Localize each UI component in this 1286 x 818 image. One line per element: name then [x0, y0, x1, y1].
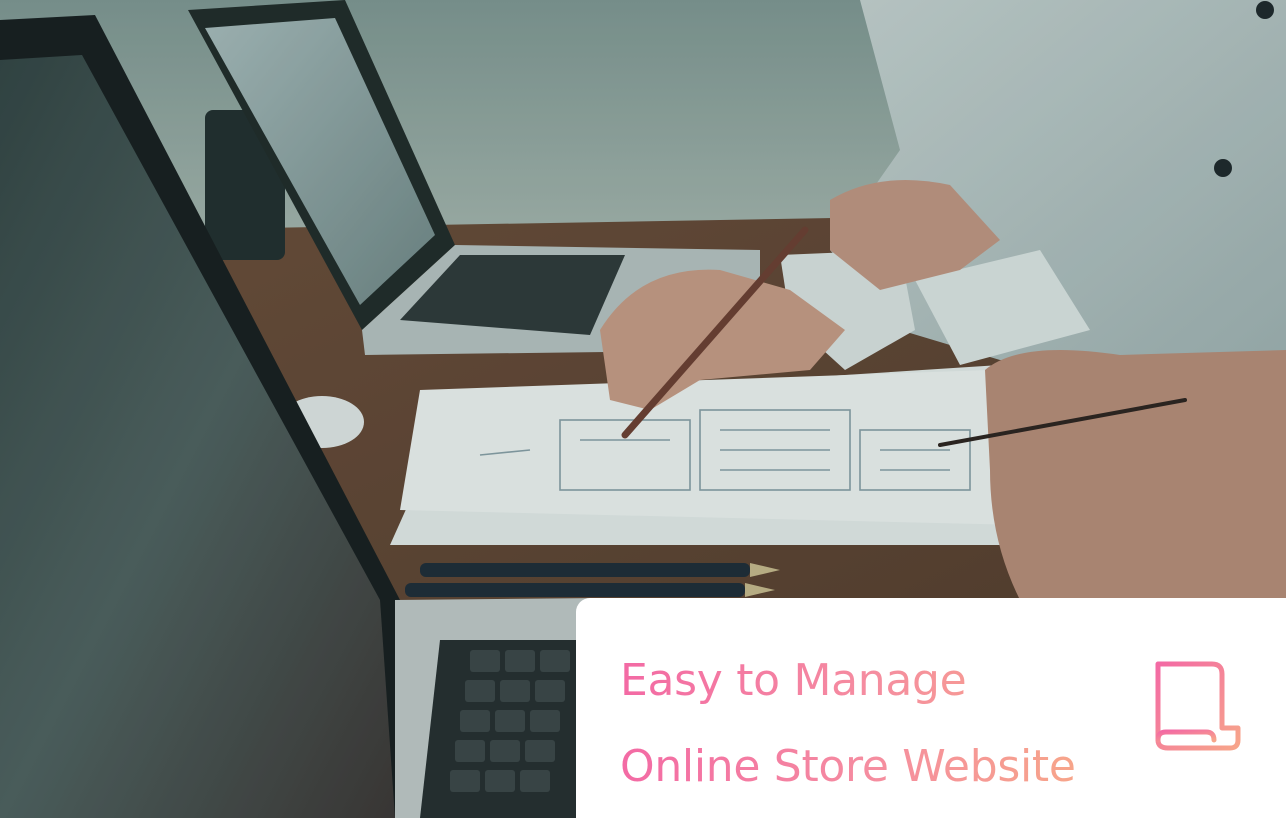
caption-card: Easy to Manage Online Store Website	[576, 598, 1286, 818]
caption-heading: Easy to Manage Online Store Website	[620, 638, 1076, 810]
document-icon	[1155, 661, 1241, 751]
caption-line-1: Easy to Manage	[620, 638, 1076, 724]
caption-line-2: Online Store Website	[620, 724, 1076, 810]
